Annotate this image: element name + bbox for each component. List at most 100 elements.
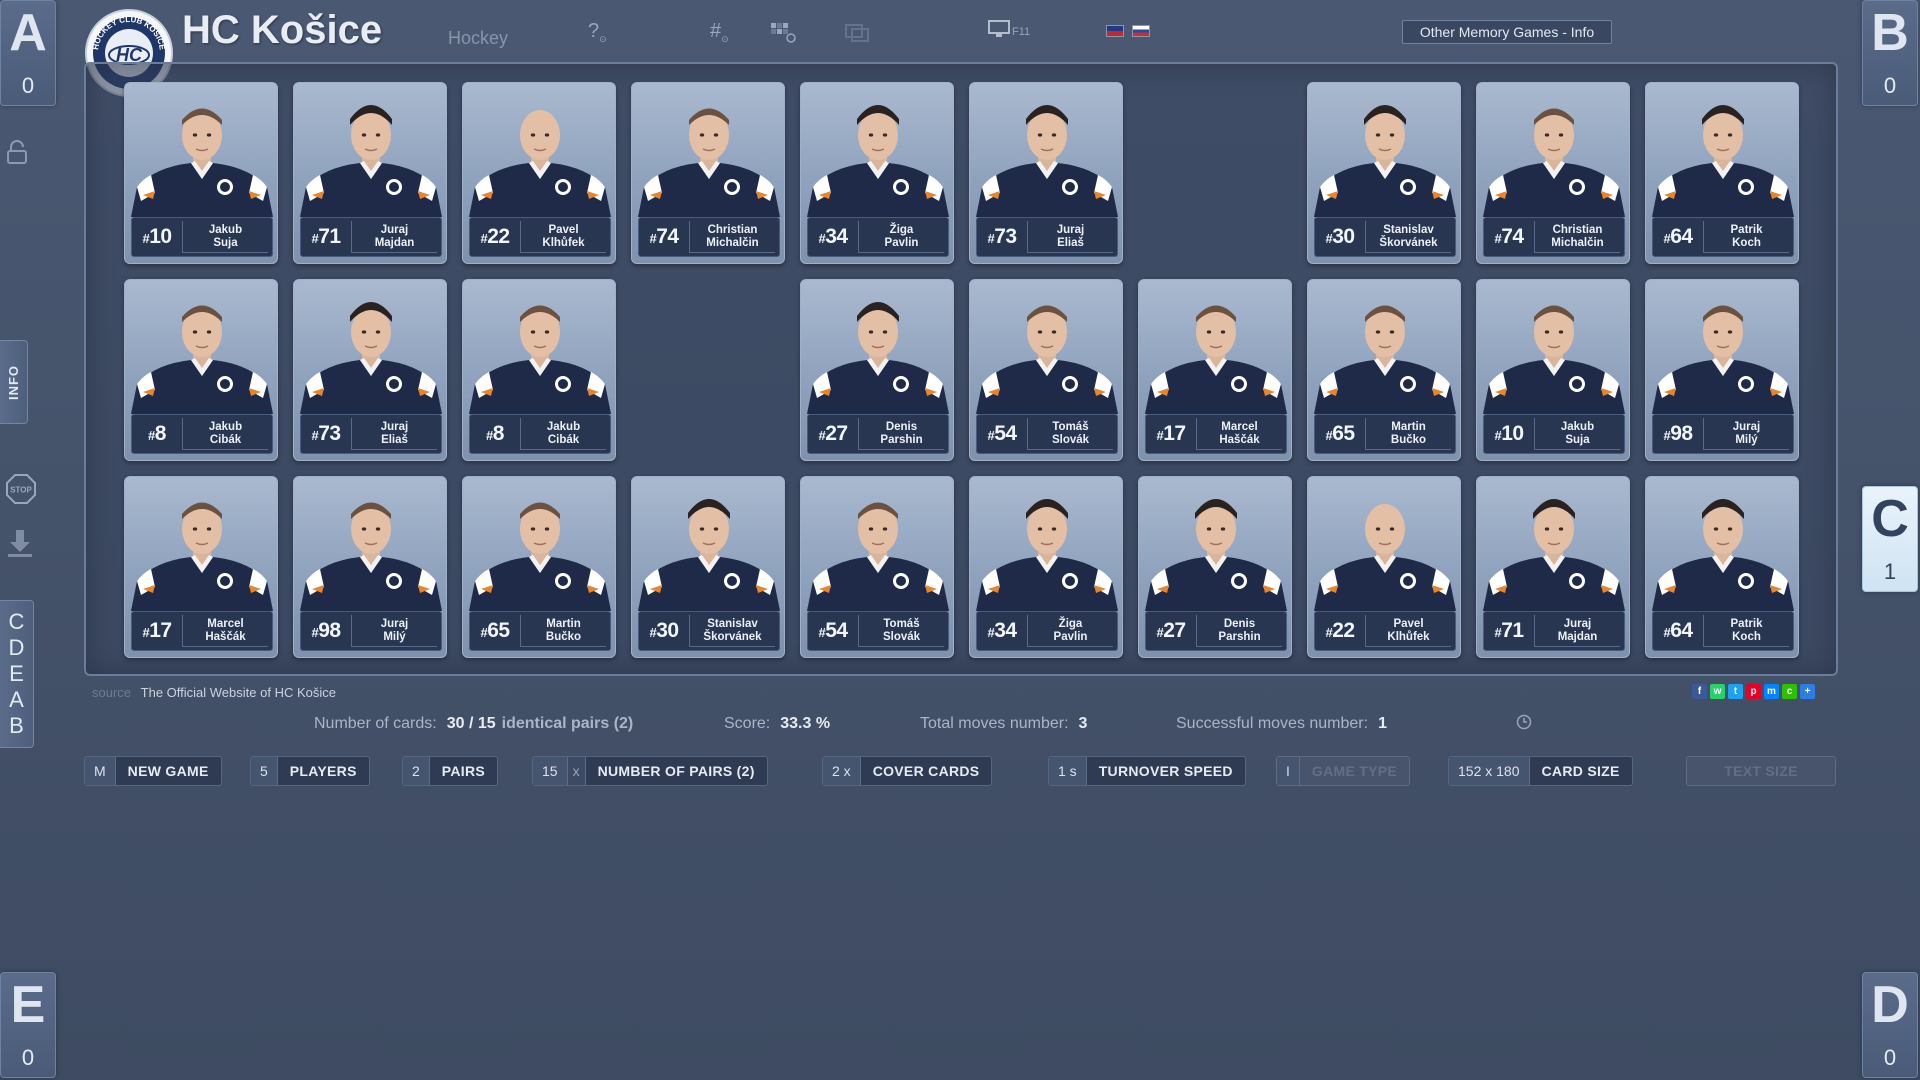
- player-card[interactable]: #71 Juraj Majdan: [293, 82, 447, 264]
- player-card[interactable]: #10 Jakub Suja: [1476, 279, 1630, 461]
- player-card[interactable]: #27 Denis Parshin: [800, 279, 954, 461]
- english-flag-icon[interactable]: [1106, 25, 1124, 37]
- new-game-button[interactable]: M NEW GAME: [84, 756, 222, 786]
- twitter-icon[interactable]: t: [1728, 684, 1743, 699]
- pinterest-icon[interactable]: p: [1746, 684, 1761, 699]
- jersey-number: #74: [649, 225, 679, 248]
- player-card[interactable]: #17 Marcel Haščák: [124, 476, 278, 658]
- lock-icon[interactable]: [6, 140, 28, 164]
- more-share-icon[interactable]: +: [1800, 684, 1815, 699]
- jersey-number: #27: [1156, 619, 1186, 642]
- player-last-name: Milý: [383, 630, 406, 643]
- player-d-panel[interactable]: D 0: [1862, 972, 1918, 1078]
- player-card[interactable]: #74 Christian Michalčin: [1476, 82, 1630, 264]
- player-card[interactable]: #71 Juraj Majdan: [1476, 476, 1630, 658]
- player-last-name: Bučko: [545, 630, 582, 643]
- question-icon[interactable]: ?⊙: [588, 20, 607, 45]
- card-label: #71 Juraj Majdan: [1483, 611, 1625, 651]
- player-name: Christian Michalčin: [1534, 221, 1620, 253]
- player-card[interactable]: #22 Pavel Klhůfek: [462, 82, 616, 264]
- player-card[interactable]: #30 Stanislav Škorvánek: [631, 476, 785, 658]
- player-last-name: Slovák: [1051, 433, 1090, 446]
- player-card[interactable]: #30 Stanislav Škorvánek: [1307, 82, 1461, 264]
- player-name: Jakub Cibák: [520, 418, 606, 450]
- player-photo: [1652, 499, 1794, 611]
- grid-icon[interactable]: [770, 22, 796, 44]
- clock-icon[interactable]: [1516, 714, 1532, 730]
- player-card[interactable]: #65 Martin Bučko: [1307, 279, 1461, 461]
- wechat-icon[interactable]: c: [1782, 684, 1797, 699]
- download-arrow-icon[interactable]: [6, 528, 34, 558]
- source-link[interactable]: The Official Website of HC Košice: [141, 685, 336, 700]
- jersey-number: #10: [142, 225, 172, 248]
- player-card[interactable]: #64 Patrik Koch: [1645, 476, 1799, 658]
- fullscreen-icon[interactable]: F11: [988, 20, 1030, 38]
- player-card[interactable]: #22 Pavel Klhůfek: [1307, 476, 1461, 658]
- game-type-value: I: [1277, 757, 1300, 785]
- player-last-name: Suja: [1565, 433, 1590, 446]
- player-name: Denis Parshin: [858, 418, 944, 450]
- player-first-name: Denis: [885, 420, 918, 433]
- cover-cards-button[interactable]: 2 x COVER CARDS: [822, 756, 993, 786]
- player-card[interactable]: #34 Žiga Pavlin: [969, 476, 1123, 658]
- player-a-panel[interactable]: A 0: [0, 0, 56, 106]
- player-last-name: Parshin: [880, 433, 923, 446]
- player-photo: [638, 108, 780, 217]
- player-first-name: Juraj: [380, 617, 409, 630]
- player-card[interactable]: #27 Denis Parshin: [1138, 476, 1292, 658]
- jersey-number: #73: [311, 422, 341, 445]
- number-of-pairs-clear[interactable]: x: [567, 757, 586, 785]
- jersey-number: #54: [987, 422, 1017, 445]
- players-button[interactable]: 5 PLAYERS: [250, 756, 370, 786]
- jersey-number: #17: [142, 619, 172, 642]
- player-order-tab[interactable]: C D E A B: [0, 600, 34, 748]
- card-label: #27 Denis Parshin: [807, 414, 949, 454]
- player-c-panel[interactable]: C 1: [1862, 486, 1918, 592]
- player-photo: [469, 502, 611, 611]
- player-photo: [1314, 504, 1456, 611]
- identical-pairs-label: identical pairs (2): [501, 715, 634, 732]
- messenger-icon[interactable]: m: [1764, 684, 1779, 699]
- player-e-panel[interactable]: E 0: [0, 972, 56, 1078]
- pairs-button[interactable]: 2 PAIRS: [402, 756, 499, 786]
- player-first-name: Tomáš: [1052, 420, 1089, 433]
- player-card[interactable]: #17 Marcel Haščák: [1138, 279, 1292, 461]
- player-card[interactable]: #65 Martin Bučko: [462, 476, 616, 658]
- player-card[interactable]: #8 Jakub Cibák: [462, 279, 616, 461]
- player-photo: [1145, 499, 1287, 611]
- number-of-pairs-button[interactable]: 15 x NUMBER OF PAIRS (2): [532, 756, 768, 786]
- player-card[interactable]: #64 Patrik Koch: [1645, 82, 1799, 264]
- player-first-name: Denis: [1223, 617, 1256, 630]
- jersey-number: #34: [987, 619, 1017, 642]
- player-photo: [469, 110, 611, 217]
- whatsapp-icon[interactable]: w: [1710, 684, 1725, 699]
- player-card[interactable]: #98 Juraj Milý: [1645, 279, 1799, 461]
- turnover-speed-button[interactable]: 1 s TURNOVER SPEED: [1048, 756, 1246, 786]
- info-tab-label: INFO: [6, 364, 21, 400]
- score-value: 33.3 %: [780, 715, 831, 732]
- player-card[interactable]: #34 Žiga Pavlin: [800, 82, 954, 264]
- player-last-name: Suja: [213, 236, 238, 249]
- stop-icon[interactable]: STOP: [6, 474, 36, 504]
- hash-icon[interactable]: #⊙: [710, 20, 729, 45]
- player-last-name: Koch: [1732, 630, 1761, 643]
- player-card[interactable]: #74 Christian Michalčin: [631, 82, 785, 264]
- player-card[interactable]: #54 Tomáš Slovák: [800, 476, 954, 658]
- player-first-name: Christian: [707, 223, 758, 236]
- player-card[interactable]: #73 Juraj Eliaš: [293, 279, 447, 461]
- other-games-button[interactable]: Other Memory Games - Info: [1402, 20, 1612, 44]
- text-size-button[interactable]: TEXT SIZE: [1686, 756, 1836, 786]
- player-card[interactable]: #73 Juraj Eliaš: [969, 82, 1123, 264]
- info-tab[interactable]: INFO: [0, 340, 28, 424]
- player-card[interactable]: #98 Juraj Milý: [293, 476, 447, 658]
- player-card[interactable]: #10 Jakub Suja: [124, 82, 278, 264]
- player-photo: [976, 105, 1118, 217]
- card-size-button[interactable]: 152 x 180 CARD SIZE: [1448, 756, 1633, 786]
- player-card[interactable]: #8 Jakub Cibák: [124, 279, 278, 461]
- player-card[interactable]: #54 Tomáš Slovák: [969, 279, 1123, 461]
- card-label: #64 Patrik Koch: [1652, 611, 1794, 651]
- game-type-button[interactable]: I GAME TYPE: [1276, 756, 1411, 786]
- player-b-panel[interactable]: B 0: [1862, 0, 1918, 106]
- facebook-icon[interactable]: f: [1692, 684, 1707, 699]
- slovak-flag-icon[interactable]: [1132, 25, 1150, 37]
